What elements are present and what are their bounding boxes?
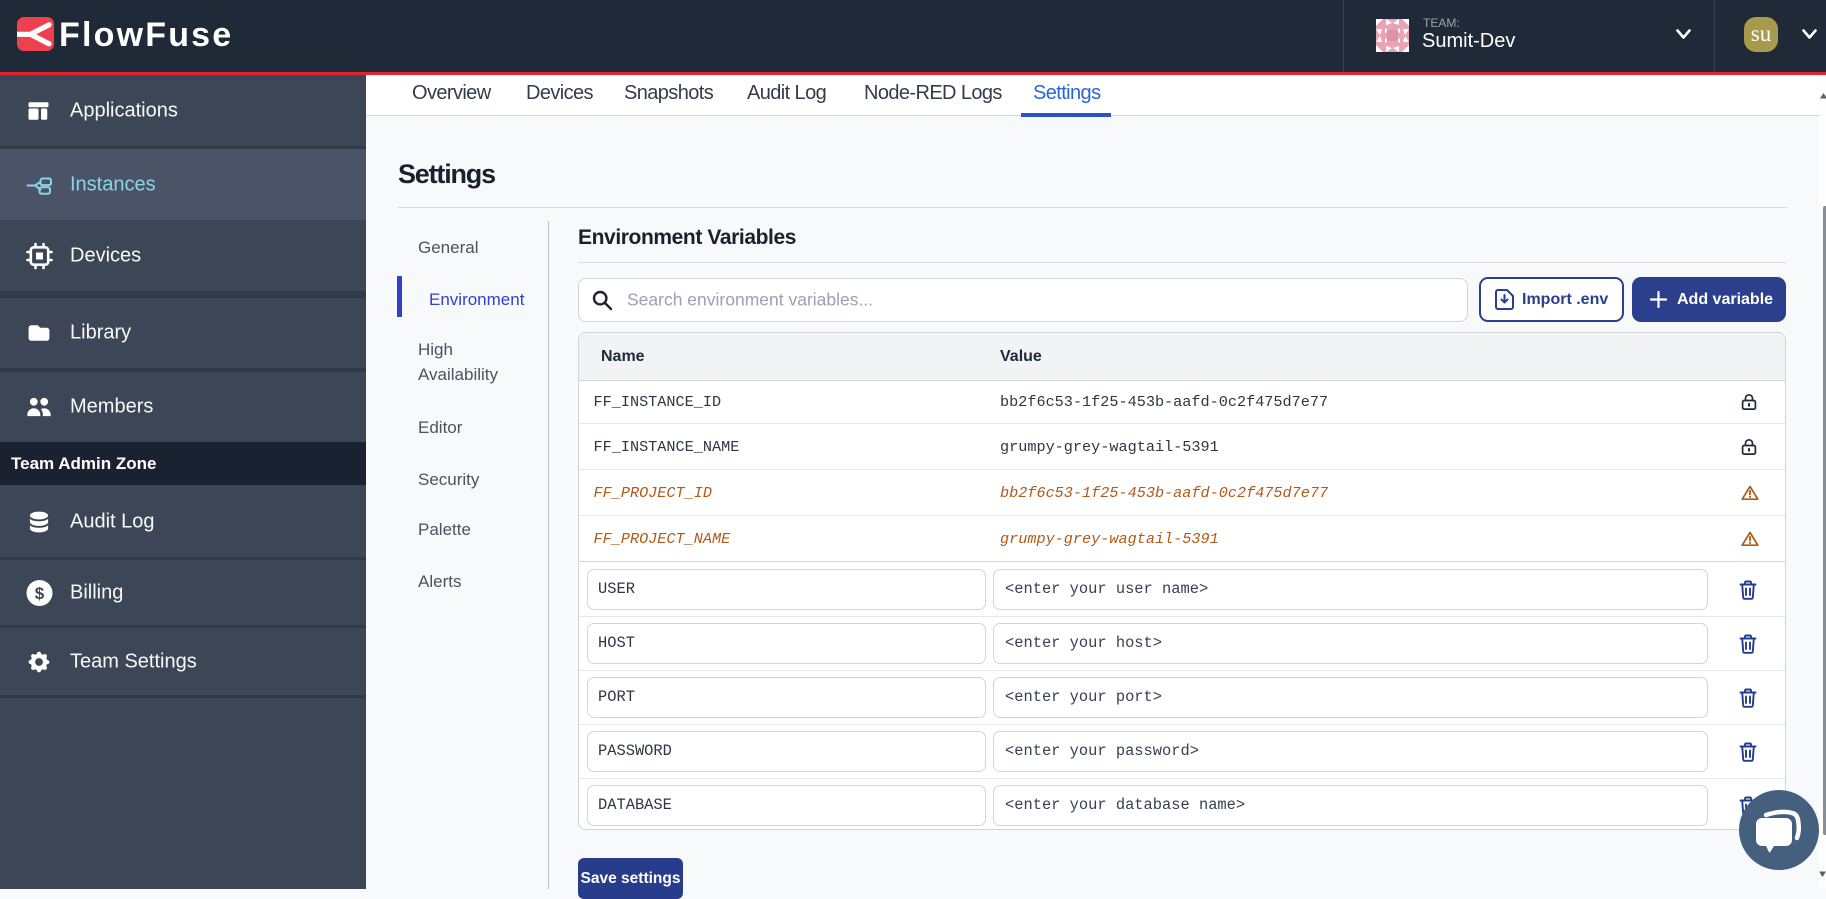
svg-text:$: $	[35, 584, 45, 603]
